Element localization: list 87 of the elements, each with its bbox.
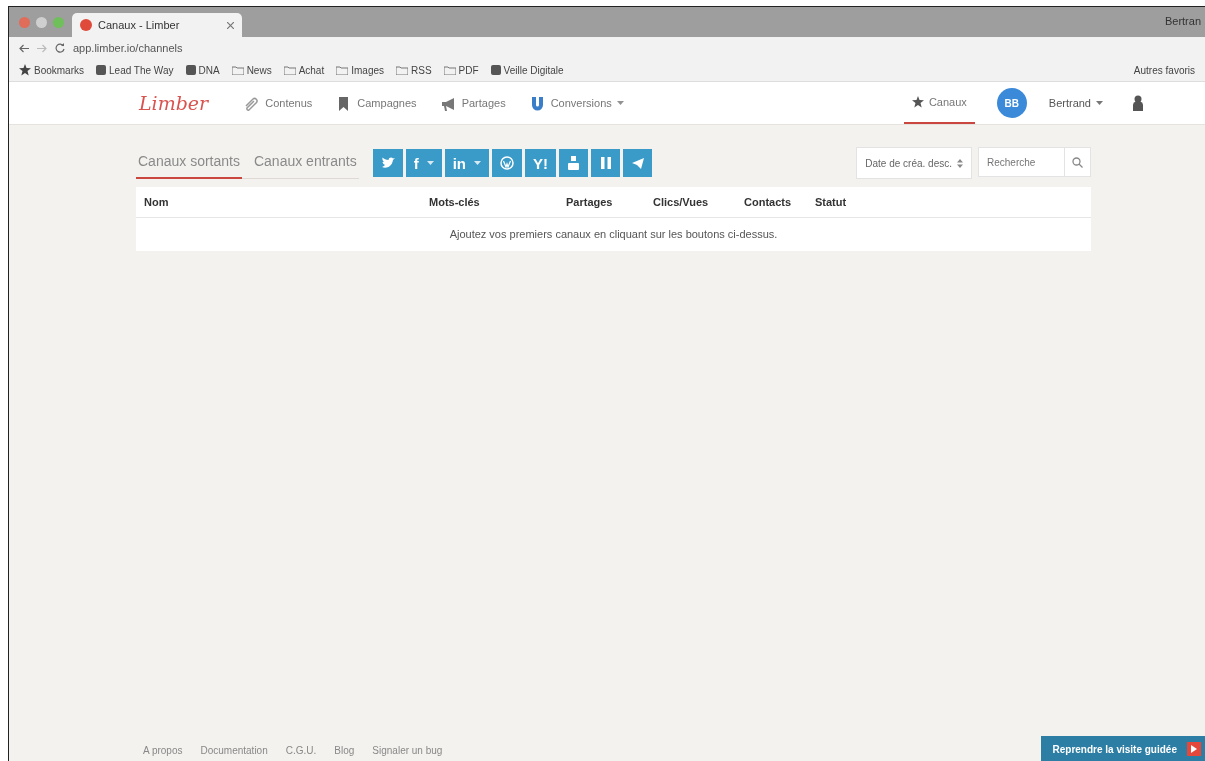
profile-name[interactable]: Bertran [1164,15,1201,27]
back-icon[interactable] [19,43,29,53]
other-bookmarks[interactable]: Autres favoris [1133,64,1195,76]
bookmark[interactable]: Achat [283,64,325,76]
bookmark[interactable]: RSS [396,64,432,76]
nav-link[interactable]: Partages [438,94,506,112]
user-name: Bertrand [1048,97,1091,109]
site-icon [96,65,106,75]
avatar[interactable]: BB [996,88,1027,118]
add-channel-button[interactable] [623,149,653,177]
add-channel-button[interactable] [372,149,403,177]
nav-link[interactable]: Contenus [242,94,313,112]
logo[interactable]: Limber [139,92,209,114]
column-header[interactable]: Mots-clés [429,196,566,208]
tour-button[interactable]: Reprendre la visite guidée [1040,736,1205,761]
site-icon [490,65,501,75]
folder-icon [396,65,408,75]
nav-link[interactable]: Conversions [527,94,624,112]
play-icon [1187,742,1201,756]
close-dot[interactable] [19,16,30,28]
paper-plane-icon [631,157,644,169]
pause-icon [600,157,611,169]
favicon-icon [80,19,92,31]
bookmark-label: Images [351,64,384,76]
add-channel-button[interactable] [559,149,589,177]
caret-icon [616,101,624,105]
nav-label: Contenus [265,97,313,109]
wordpress-icon [500,156,515,170]
footer-link[interactable]: Blog [334,745,355,756]
bookmark[interactable]: Lead The Way [96,64,174,76]
sort-icon [957,158,963,168]
folder-icon [443,65,456,75]
footer-link[interactable]: Documentation [200,745,268,756]
empty-message: Ajoutez vos premiers canaux en cliquant sur les boutons ci-dessus. [448,227,779,242]
column-header[interactable]: Partages [566,196,653,208]
bookmark-label: Bookmarks [34,64,84,76]
search-button[interactable] [1064,147,1091,177]
bird-icon [380,157,395,169]
bookmark-label: DNA [198,64,220,76]
column-header[interactable]: Clics/Vues [653,196,744,208]
caret-icon [426,161,434,165]
nav-label: Conversions [550,97,612,109]
caret-icon [474,161,482,165]
column-header[interactable]: Statut [815,196,1091,208]
column-header[interactable]: Nom [144,196,429,208]
browser-tab[interactable]: Canaux - Limber [72,13,242,37]
bookmark-label: Achat [298,64,325,76]
bookmark-label: Lead The Way [109,64,174,76]
column-header[interactable]: Contacts [744,196,815,208]
search-field[interactable]: Recherche [978,147,1064,177]
video-icon [567,156,581,170]
bookmark[interactable]: Veille Digitale [490,64,564,76]
footer-link[interactable]: A propos [143,745,183,756]
sort-dropdown[interactable]: Date de créa. desc. [856,147,972,179]
star-icon [19,64,31,76]
bookmark-label: PDF [458,64,479,76]
add-channel-button[interactable] [492,149,523,177]
minimize-dot[interactable] [36,16,47,28]
folder-icon [336,65,349,75]
folder-icon [231,65,244,75]
bookmark[interactable]: News [231,64,272,76]
bookmark[interactable]: Bookmarks [19,64,84,76]
star-icon [911,96,924,108]
person-icon[interactable] [1131,95,1145,111]
add-channel-button[interactable] [591,149,621,177]
bookmark[interactable]: DNA [185,64,220,76]
footer-link[interactable]: Signaler un bug [372,745,443,756]
search-icon [1072,156,1083,168]
reload-icon[interactable] [55,43,65,53]
zoom-dot[interactable] [53,16,64,28]
close-icon[interactable] [227,21,234,29]
channels-label: Canaux [928,96,967,108]
nav-label: Partages [461,97,506,109]
caret-icon [1096,101,1103,105]
forward-icon[interactable] [37,43,47,53]
footer-link[interactable]: C.G.U. [285,745,317,756]
sort-value: Date de créa. desc. [865,157,952,169]
user-menu[interactable]: Bertrand [1048,97,1103,109]
bookmark-label: Veille Digitale [503,64,564,76]
folder-icon [283,65,296,75]
bookmark[interactable]: Images [336,64,384,76]
site-icon [185,65,196,75]
nav-link[interactable]: Campagnes [334,94,417,112]
bookmark[interactable]: PDF [443,64,479,76]
bookmark-label: RSS [411,64,432,76]
nav-label: Campagnes [357,97,417,109]
bookmark-label: News [246,64,272,76]
